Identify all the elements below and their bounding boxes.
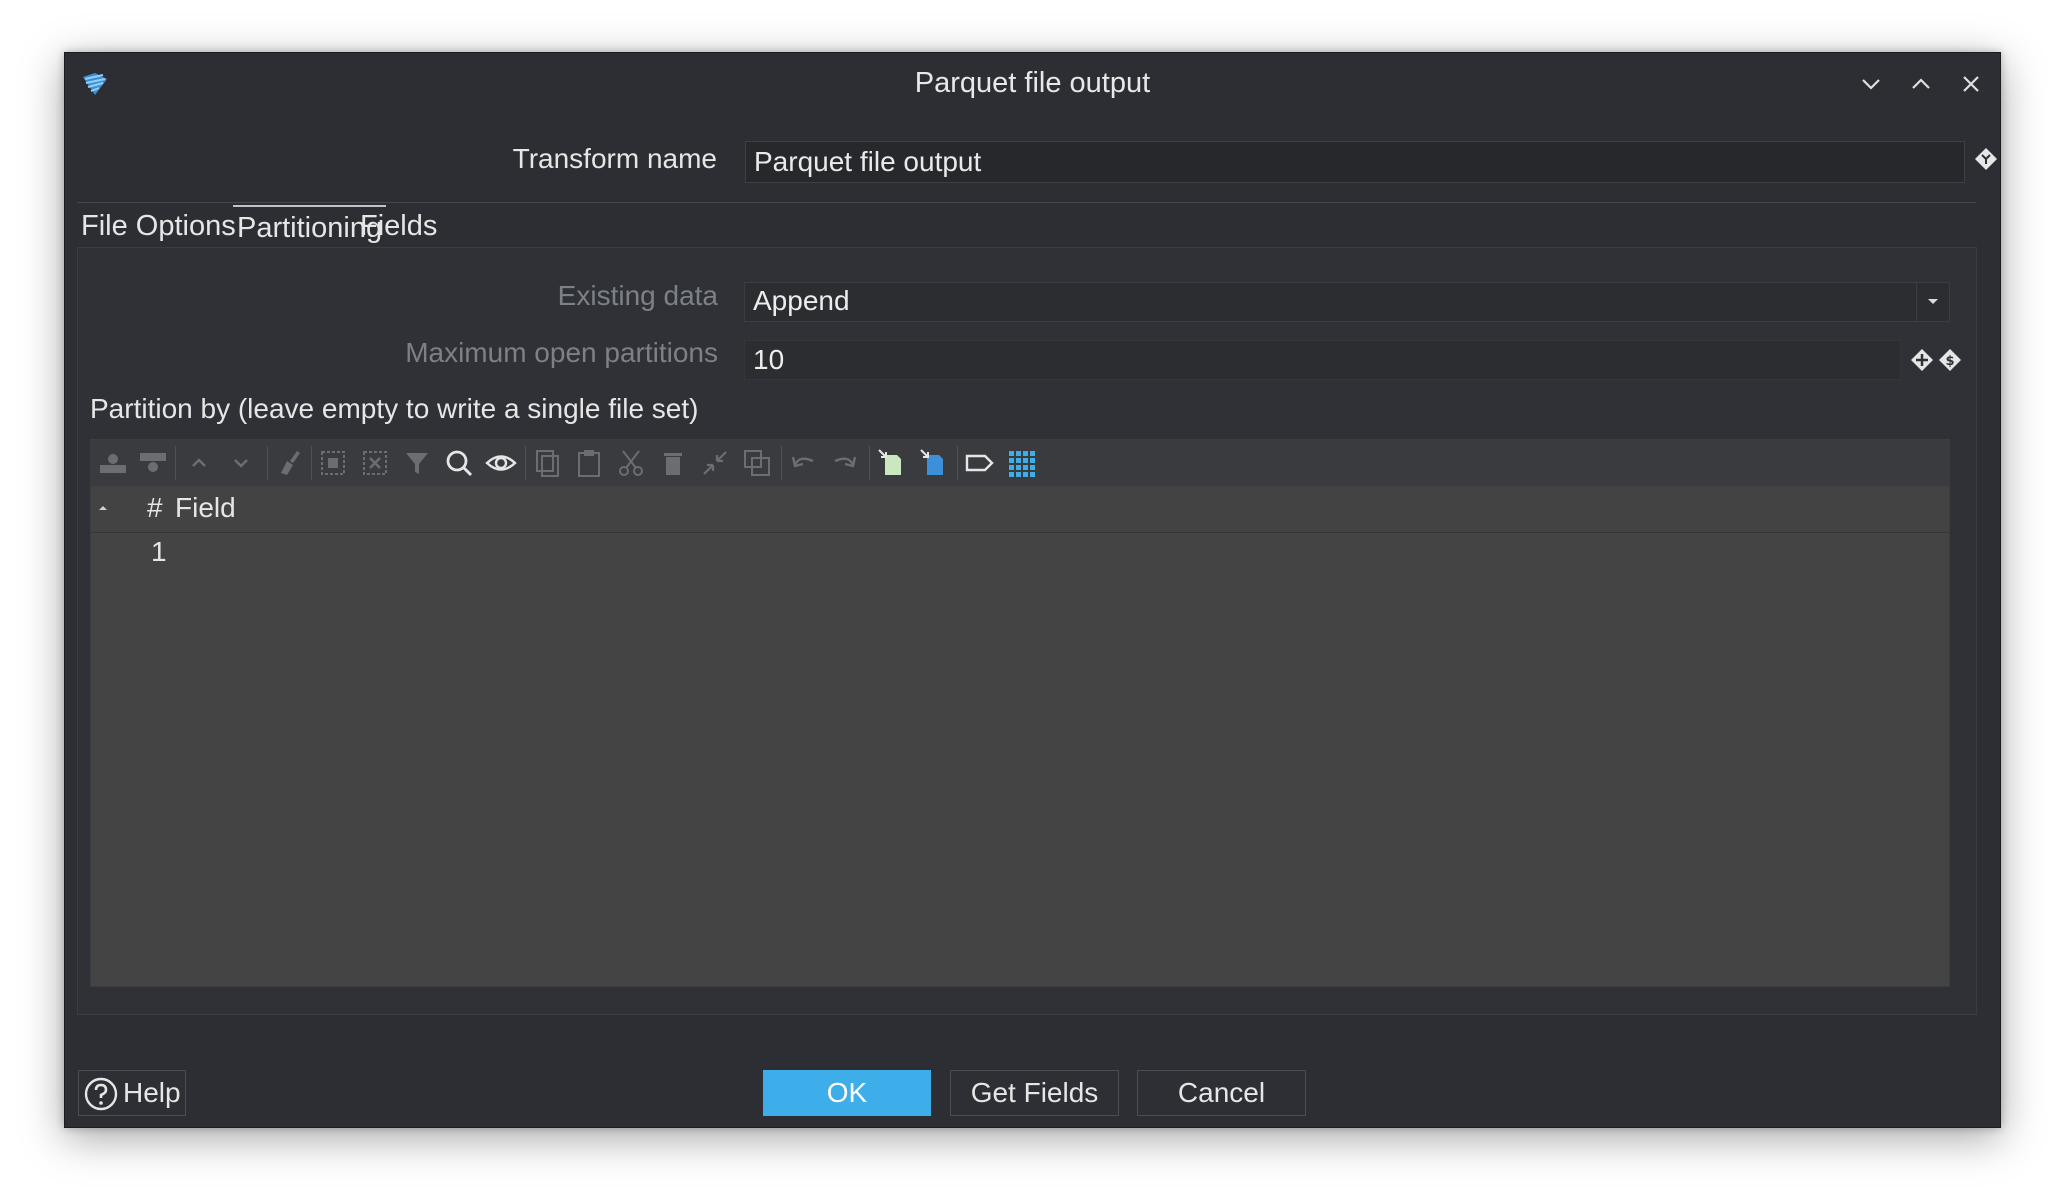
duplicate-icon[interactable] (741, 447, 773, 479)
header-separator (77, 202, 1976, 203)
window-title: Parquet file output (914, 67, 1151, 99)
ok-button[interactable]: OK (763, 1070, 931, 1116)
title-bar[interactable]: Parquet file output (65, 53, 2000, 115)
get-fields-button[interactable]: Get Fields (950, 1070, 1119, 1116)
help-button[interactable]: Help (78, 1070, 186, 1116)
help-icon (84, 1077, 118, 1111)
variable-icon[interactable] (1910, 348, 1934, 372)
column-header-number[interactable]: # (147, 492, 163, 524)
toolbar-separator (781, 446, 782, 480)
table-header: # Field (91, 486, 1949, 533)
dialog-window: Parquet file output Transform name Parqu… (64, 52, 2001, 1128)
partition-by-label: Partition by (leave empty to write a sin… (90, 393, 699, 424)
password-icon[interactable]: $ (1938, 348, 1962, 372)
close-icon[interactable] (1956, 69, 1986, 99)
toolbar-separator (267, 446, 268, 480)
clear-icon[interactable] (273, 447, 305, 479)
select-all-icon[interactable] (317, 447, 349, 479)
table-toolbar (91, 440, 1949, 487)
toolbar-separator (869, 446, 870, 480)
clipboard-export-icon[interactable] (917, 447, 949, 479)
cancel-button[interactable]: Cancel (1137, 1070, 1306, 1116)
insert-row-before-icon[interactable] (97, 447, 129, 479)
clipboard-import-icon[interactable] (875, 447, 907, 479)
undo-icon[interactable] (787, 447, 819, 479)
copy-icon[interactable] (531, 447, 563, 479)
toolbar-separator (957, 446, 958, 480)
minimize-icon[interactable] (1856, 69, 1886, 99)
help-label: Help (123, 1077, 181, 1108)
grid-icon[interactable] (1005, 447, 1037, 479)
toolbar-separator (525, 446, 526, 480)
tab-file-options[interactable]: File Options (77, 205, 240, 248)
chevron-down-icon[interactable] (1916, 283, 1949, 321)
move-up-icon[interactable] (183, 447, 215, 479)
toolbar-separator (175, 446, 176, 480)
table-row-number[interactable]: 1 (151, 536, 167, 568)
transform-name-label: Transform name (512, 143, 717, 174)
partition-fields-table: # Field 1 (90, 439, 1950, 987)
cut-icon[interactable] (615, 447, 647, 479)
insert-row-after-icon[interactable] (137, 447, 169, 479)
shrink-icon[interactable] (699, 447, 731, 479)
sort-ascending-icon[interactable] (99, 506, 107, 510)
transform-name-input[interactable]: Parquet file output (745, 141, 1965, 183)
tab-fields[interactable]: Fields (356, 205, 441, 248)
max-open-partitions-input[interactable]: 10 (744, 340, 1901, 380)
variable-icon[interactable] (1973, 146, 1999, 172)
existing-data-select[interactable]: Append (744, 282, 1950, 322)
toolbar-separator (311, 446, 312, 480)
unselect-all-icon[interactable] (359, 447, 391, 479)
label-icon[interactable] (963, 447, 995, 479)
delete-icon[interactable] (657, 447, 689, 479)
svg-text:$: $ (1945, 354, 1954, 369)
preview-icon[interactable] (485, 447, 517, 479)
move-down-icon[interactable] (225, 447, 257, 479)
filter-icon[interactable] (401, 447, 433, 479)
existing-data-value: Append (753, 285, 850, 316)
column-header-field[interactable]: Field (175, 492, 236, 524)
max-open-partitions-label: Maximum open partitions (405, 337, 718, 368)
partitioning-panel: Existing data Append Maximum open partit… (77, 247, 1977, 1015)
maximize-icon[interactable] (1906, 69, 1936, 99)
existing-data-label: Existing data (557, 280, 718, 311)
paste-icon[interactable] (573, 447, 605, 479)
redo-icon[interactable] (829, 447, 861, 479)
search-icon[interactable] (443, 447, 475, 479)
